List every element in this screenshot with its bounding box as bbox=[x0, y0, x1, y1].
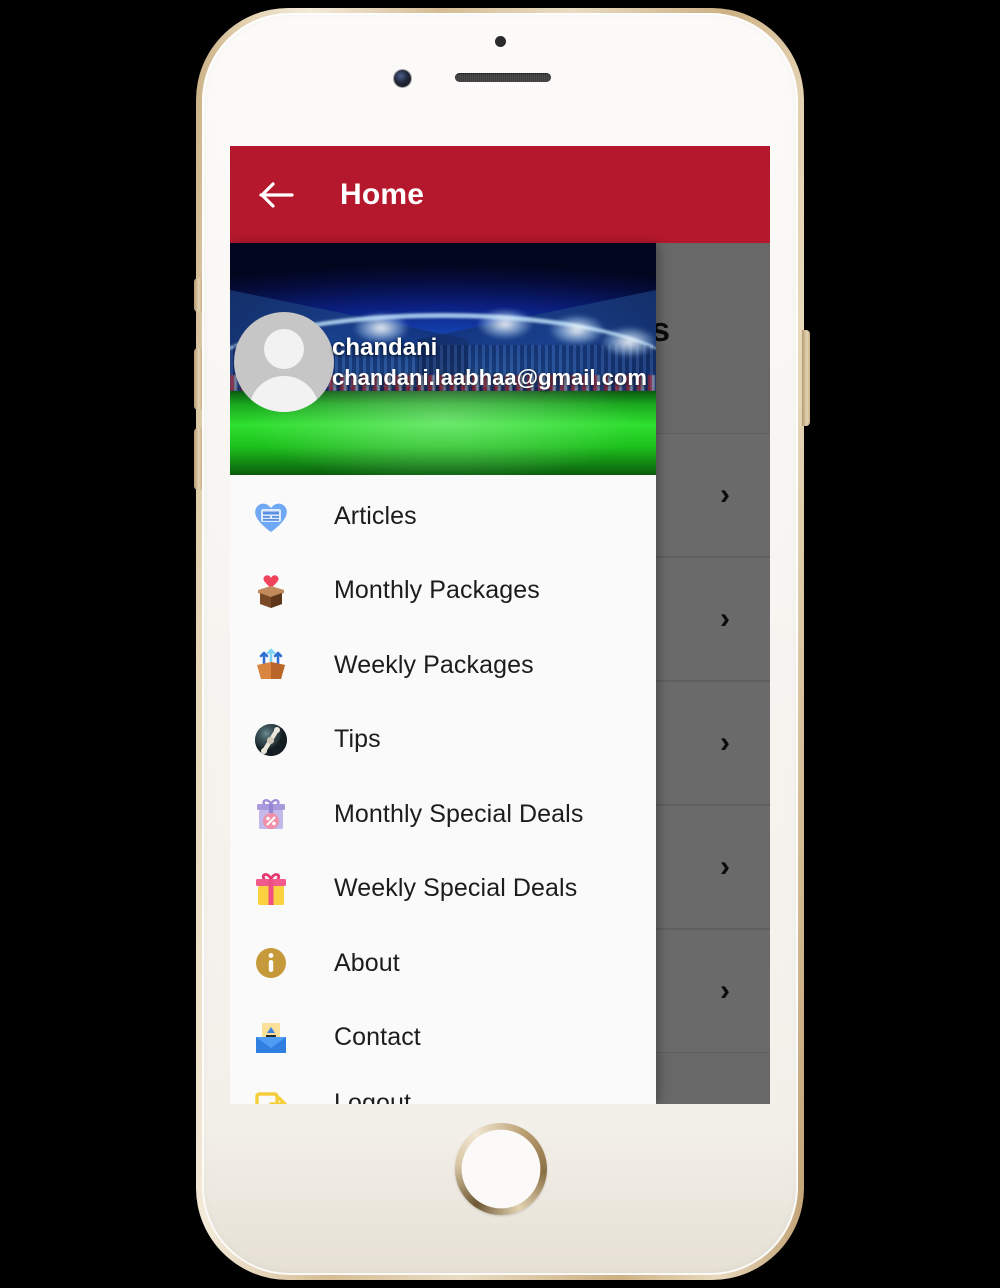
drawer-menu: Articles Monthly Packages Weekly Package… bbox=[230, 475, 656, 1104]
menu-item-monthly-special-deals[interactable]: Monthly Special Deals bbox=[230, 777, 656, 852]
menu-item-weekly-special-deals[interactable]: Weekly Special Deals bbox=[230, 852, 656, 927]
profile-info: chandani chandani.laabhaa@gmail.com bbox=[332, 335, 652, 391]
navigation-drawer: chandani chandani.laabhaa@gmail.com Arti… bbox=[230, 243, 656, 1104]
menu-item-about[interactable]: About bbox=[230, 926, 656, 1001]
menu-item-label: Monthly Special Deals bbox=[334, 799, 584, 828]
page-title: Home bbox=[340, 177, 425, 211]
yellow-logout-icon bbox=[248, 1085, 294, 1104]
power-button[interactable] bbox=[802, 330, 810, 426]
drawer-header: chandani chandani.laabhaa@gmail.com bbox=[230, 243, 656, 475]
menu-item-label: Tips bbox=[334, 725, 381, 754]
menu-item-contact[interactable]: Contact bbox=[230, 1001, 656, 1076]
front-camera-icon bbox=[394, 70, 411, 87]
screenshot-stage: Home s › › › › › chandani chandani.laabh… bbox=[0, 0, 1000, 1288]
menu-item-label: Weekly Packages bbox=[334, 650, 534, 679]
menu-item-weekly-packages[interactable]: Weekly Packages bbox=[230, 628, 656, 703]
earpiece-speaker-icon bbox=[455, 73, 551, 82]
menu-item-label: Logout bbox=[334, 1089, 412, 1104]
heart-in-box-icon bbox=[248, 568, 294, 614]
back-arrow-icon[interactable] bbox=[252, 170, 302, 220]
yellow-gift-icon bbox=[248, 866, 294, 912]
gold-info-circle-icon bbox=[248, 940, 294, 986]
phone-screen: Home s › › › › › chandani chandani.laabh… bbox=[230, 146, 770, 1104]
dark-circle-bone-icon bbox=[248, 717, 294, 763]
menu-item-label: Articles bbox=[334, 501, 417, 530]
menu-item-label: Monthly Packages bbox=[334, 576, 540, 605]
menu-item-label: Weekly Special Deals bbox=[334, 874, 578, 903]
profile-name: chandani bbox=[332, 334, 438, 361]
menu-item-articles[interactable]: Articles bbox=[230, 479, 656, 554]
home-button[interactable] bbox=[455, 1123, 547, 1215]
mute-switch[interactable] bbox=[194, 278, 202, 312]
volume-up-button[interactable] bbox=[194, 348, 202, 410]
open-box-arrows-icon bbox=[248, 642, 294, 688]
volume-down-button[interactable] bbox=[194, 428, 202, 490]
purple-gift-percent-icon bbox=[248, 791, 294, 837]
app-bar: Home bbox=[230, 146, 770, 243]
profile-email: chandani.laabhaa@gmail.com bbox=[332, 364, 647, 390]
avatar-head-icon bbox=[264, 329, 304, 369]
avatar[interactable] bbox=[234, 312, 334, 412]
proximity-sensor-icon bbox=[495, 36, 506, 47]
blue-envelope-icon bbox=[248, 1015, 294, 1061]
menu-item-monthly-packages[interactable]: Monthly Packages bbox=[230, 554, 656, 629]
avatar-body-icon bbox=[249, 376, 319, 412]
menu-item-logout[interactable]: Logout bbox=[230, 1075, 656, 1104]
menu-item-label: About bbox=[334, 948, 400, 977]
menu-item-label: Contact bbox=[334, 1023, 421, 1052]
blue-heart-article-icon bbox=[248, 493, 294, 539]
menu-item-tips[interactable]: Tips bbox=[230, 703, 656, 778]
